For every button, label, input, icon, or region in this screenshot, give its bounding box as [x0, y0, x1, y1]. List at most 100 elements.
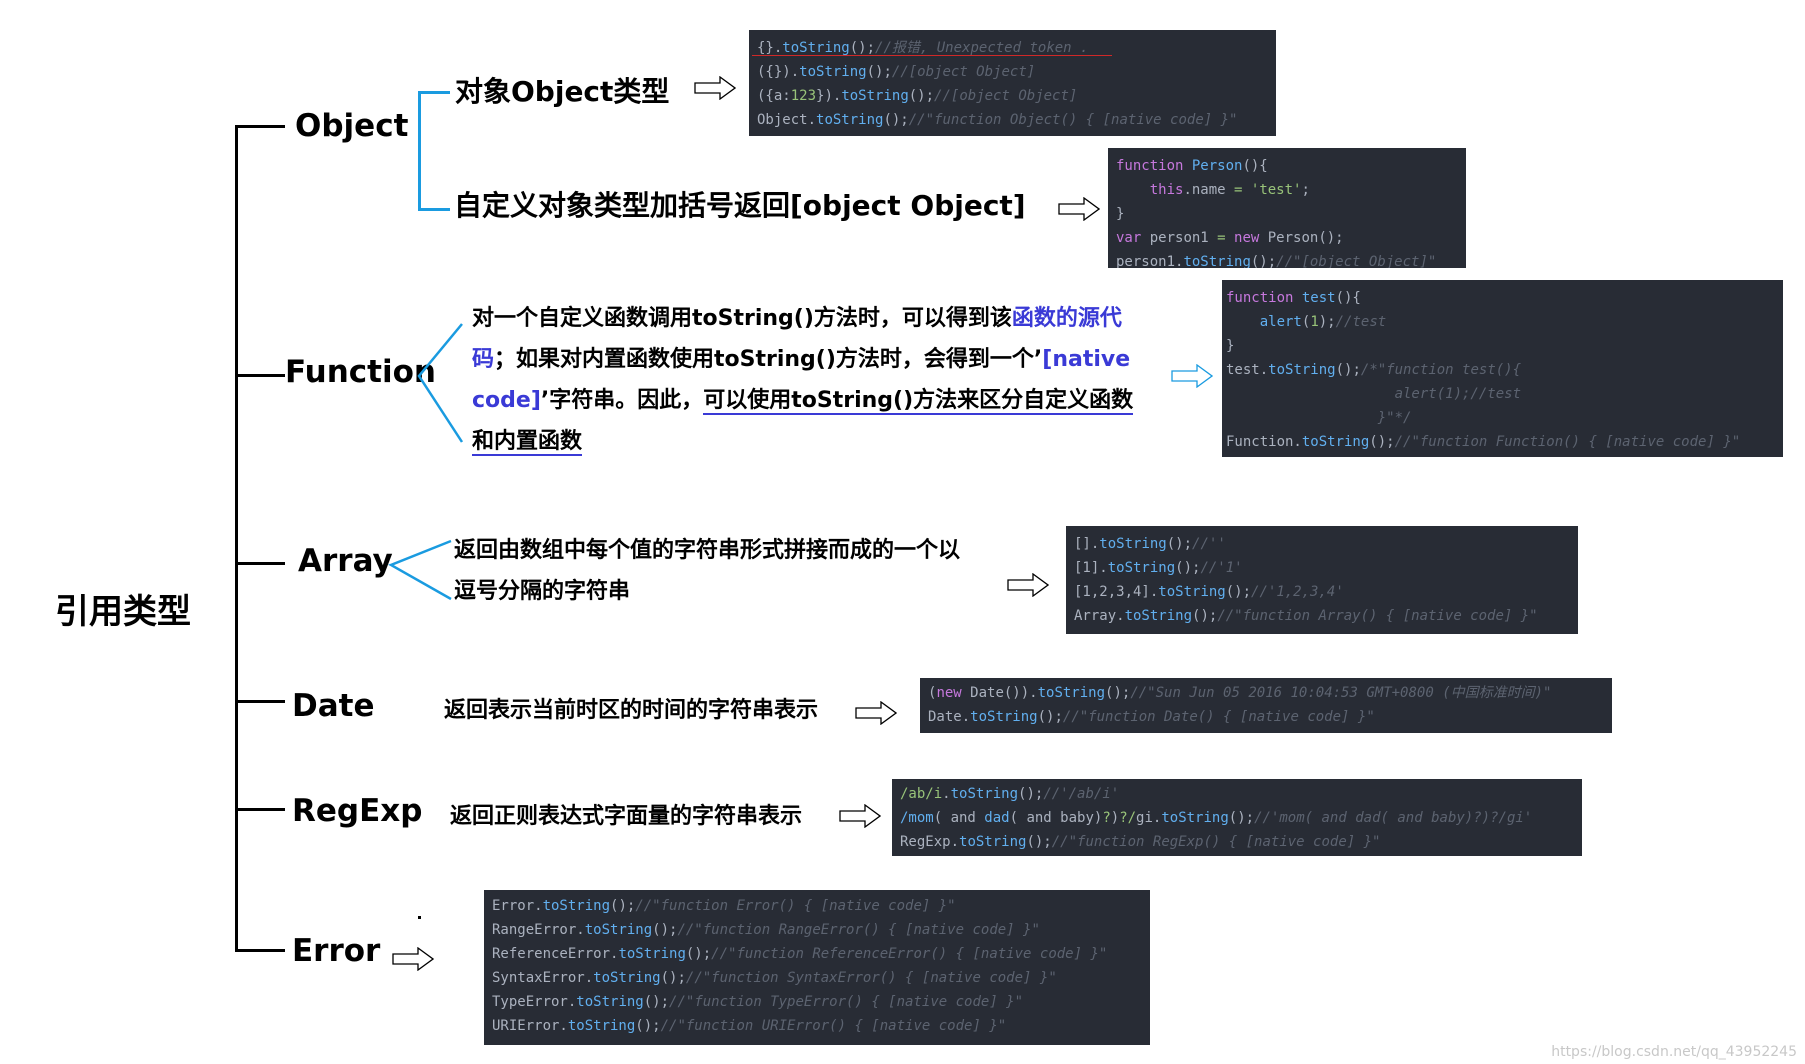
code-token: //"function Date() { [native code] }" — [1062, 709, 1375, 725]
code-token: TypeError. — [492, 994, 577, 1010]
code-token: ) — [1110, 810, 1120, 826]
arrow-right-icon — [855, 701, 897, 725]
branch-line-regexp — [235, 808, 285, 811]
code-token: toString — [782, 40, 850, 56]
branch-line-array — [235, 562, 285, 565]
code-token: /mom — [900, 810, 934, 826]
code-token: } — [1226, 338, 1235, 354]
code-token: toString — [542, 898, 611, 914]
code-line: SyntaxError.toString();//"function Synta… — [492, 966, 1142, 990]
code-token: function — [1116, 158, 1192, 174]
code-line: URIError.toString();//"function URIError… — [492, 1014, 1142, 1038]
code-token: (); — [849, 40, 876, 56]
code-token: [1]. — [1074, 560, 1108, 576]
arrow-right-icon — [694, 76, 736, 100]
function-desc-text: [native — [1042, 347, 1131, 372]
code-token: (); — [652, 922, 678, 938]
code-token: //'' — [1192, 536, 1226, 552]
code-token: /*"function test(){ — [1360, 362, 1522, 378]
branch-object: Object — [295, 108, 409, 144]
code-token: //"function Function() { [native code] }… — [1394, 434, 1741, 450]
code-token: toString — [1161, 810, 1229, 826]
code-token: (); — [866, 64, 892, 80]
code-token: //"[object Object]" — [1276, 254, 1437, 268]
code-token: toString — [1037, 685, 1106, 701]
code-line: /mom( and dad( and baby)?)?/gi.toString(… — [900, 806, 1574, 830]
code-custom-object: function Person(){ this.name = 'test';} v… — [1108, 148, 1466, 268]
array-bracket — [388, 539, 452, 601]
branch-array: Array — [298, 543, 393, 579]
code-token: toString — [816, 112, 884, 128]
code-line: RegExp.toString();//"function RegExp() {… — [900, 830, 1574, 854]
code-token: //'1,2,3,4' — [1251, 584, 1344, 600]
code-line: var person1 = new Person(); — [1116, 226, 1458, 250]
arrow-right-icon — [839, 804, 881, 828]
root-title: 引用类型 — [55, 592, 191, 632]
code-line: } — [1226, 334, 1775, 358]
code-token: {}. — [757, 40, 783, 56]
code-token: new — [936, 685, 962, 701]
code-line: {}.toString();//报错, Unexpected token . — [757, 36, 1268, 60]
code-line: Function.toString();//"function Function… — [1226, 430, 1775, 454]
function-desc-text: 码 — [472, 347, 495, 372]
code-token: (); — [635, 1018, 661, 1034]
object-bracket-top — [418, 91, 450, 94]
code-line: alert(1);//test — [1226, 382, 1775, 406]
array-desc-2: 逗号分隔的字符串 — [454, 579, 631, 604]
code-line: (new Date()).toString();//"Sun Jun 05 20… — [928, 681, 1604, 705]
function-desc-text: 和内置函数 — [472, 429, 583, 456]
code-token: //[object Object] — [891, 64, 1036, 80]
code-token: //'mom( and dad( and baby)?)?/gi' — [1254, 810, 1533, 826]
code-line: Date.toString();//"function Date() { [na… — [928, 705, 1604, 729]
function-description: 对一个自定义函数调用toString()方法时，可以得到该函数的源代 码；如果对内… — [472, 298, 1134, 462]
code-token: (); — [1105, 685, 1131, 701]
function-desc-text: code] — [472, 388, 541, 413]
code-token: //"function TypeError() { [native code] … — [669, 994, 1024, 1010]
function-bracket — [417, 323, 464, 443]
code-token: this — [1149, 182, 1184, 198]
code-line: RangeError.toString();//"function RangeE… — [492, 918, 1142, 942]
code-token: new — [1234, 230, 1260, 246]
code-token: = — [1217, 230, 1226, 246]
code-token: URIError. — [492, 1018, 568, 1034]
code-token: function — [1226, 290, 1302, 306]
code-line: test.toString();/*"function test(){ — [1226, 358, 1775, 382]
code-token: toString — [959, 834, 1027, 850]
code-token: //test — [1335, 314, 1387, 330]
code-token: (); — [1192, 608, 1218, 624]
code-token: Date()). — [961, 685, 1038, 701]
code-token: //"function URIError() { [native code] }… — [660, 1018, 1007, 1034]
code-token: toString — [1158, 584, 1226, 600]
code-line: /ab/i.toString();//'/ab/i' — [900, 782, 1574, 806]
branch-line-object — [235, 125, 285, 128]
code-token: test. — [1226, 362, 1269, 378]
function-desc-line: code]’字符串。因此，可以使用toString()方法来区分自定义函数 — [472, 380, 1134, 421]
code-token: var — [1116, 230, 1142, 246]
code-token: ({}). — [757, 64, 800, 80]
code-token: //"function Error() { [native code] }" — [635, 898, 956, 914]
arrow-right-icon — [392, 947, 434, 971]
trunk-line — [235, 125, 238, 952]
code-token: (); — [660, 970, 686, 986]
code-token: RangeError. — [492, 922, 585, 938]
code-token: toString — [1099, 536, 1167, 552]
code-token: //"function RegExp() { [native code] }" — [1051, 834, 1381, 850]
branch-error: Error — [292, 933, 381, 969]
function-desc-text: 对一个自定义函数调用toString()方法时，可以得到该 — [472, 306, 1012, 331]
code-token: dad — [984, 810, 1010, 826]
code-token: (); — [643, 994, 670, 1010]
function-desc-line: 码；如果对内置函数使用toString()方法时，会得到一个’[native — [472, 339, 1133, 380]
code-line: }"*/ — [1226, 406, 1775, 430]
code-token: //报错, Unexpected token . — [875, 40, 1089, 56]
code-line: Error.toString();//"function Error() { [… — [492, 894, 1142, 918]
array-desc-1: 返回由数组中每个值的字符串形式拼接而成的一个以 — [454, 538, 961, 563]
code-token: toString — [799, 64, 867, 80]
code-token: SyntaxError. — [492, 970, 594, 986]
code-token: ?/ — [1119, 810, 1137, 826]
code-token: (); — [1166, 536, 1193, 552]
code-token: (); — [883, 112, 909, 128]
code-token: (); — [1037, 709, 1063, 725]
